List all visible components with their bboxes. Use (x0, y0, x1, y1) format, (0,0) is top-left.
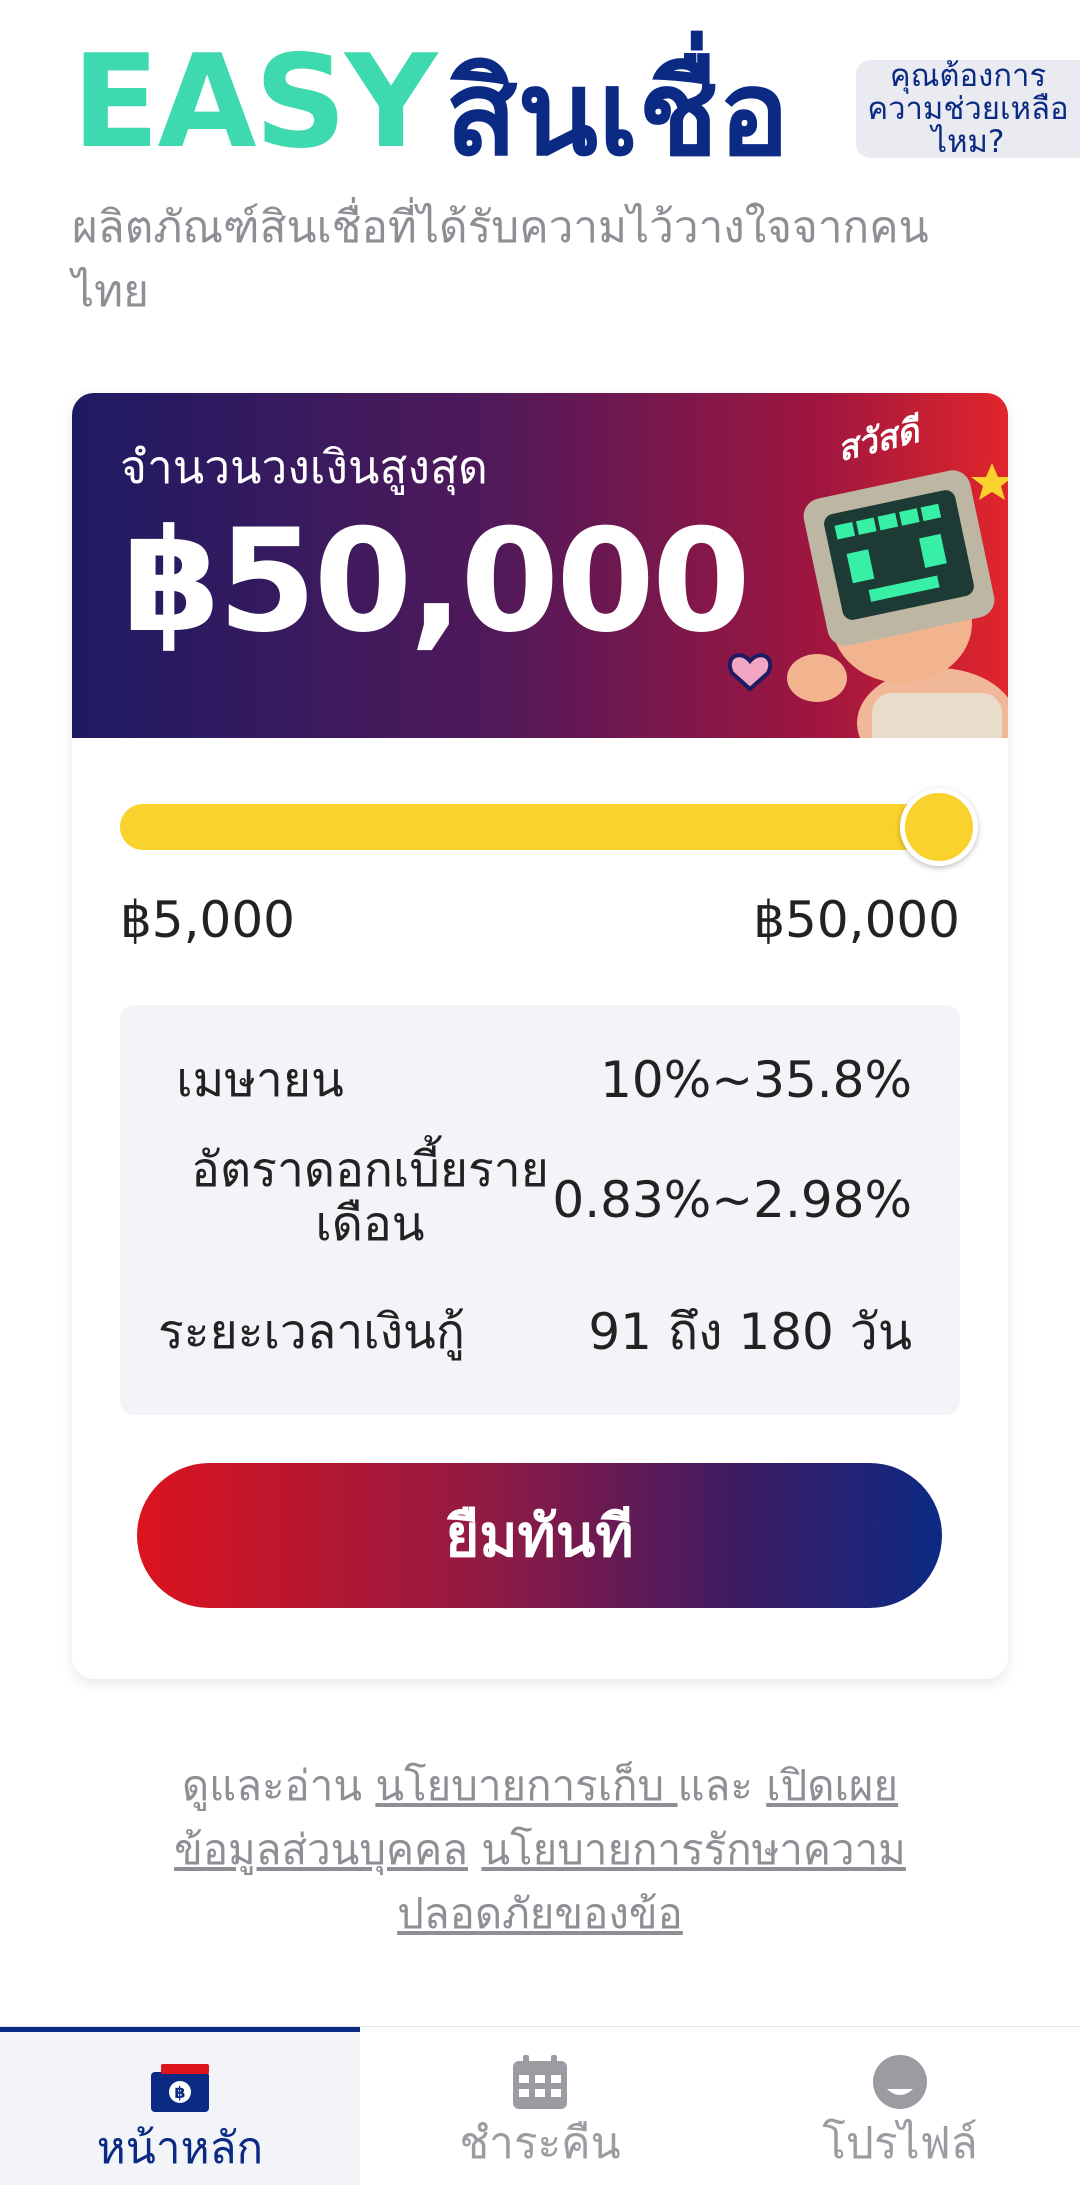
policy-and: และ (677, 1761, 767, 1810)
home-ticket-icon: ฿ (151, 2064, 209, 2112)
borrow-now-button[interactable]: ยืมทันที (137, 1463, 942, 1608)
nav-item-profile[interactable]: โปรไฟล์ (720, 2027, 1080, 2185)
nav-label-profile: โปรไฟล์ (822, 2118, 978, 2169)
mascot-greeting: สวัสดี (833, 410, 928, 470)
nav-item-repay[interactable]: ชำระคืน (360, 2027, 720, 2185)
apr-value: 10%~35.8% (600, 1051, 912, 1109)
loan-term-label: ระยะเวลาเงินกู้ (158, 1304, 465, 1360)
nav-label-repay: ชำระคืน (459, 2118, 621, 2169)
nav-item-home[interactable]: ฿ หน้าหลัก (0, 2027, 360, 2185)
brand-thai-text: สินเชื่อ (445, 44, 790, 182)
bottom-nav: ฿ หน้าหลัก ชำระคืน โปรไฟล์ (0, 2026, 1080, 2185)
slider-min-label: ฿5,000 (120, 891, 295, 949)
monthly-rate-value: 0.83%~2.98% (552, 1171, 912, 1229)
svg-text:฿: ฿ (174, 2083, 185, 2102)
loan-card: จำนวนวงเงินสูงสุด ฿50,000 สวัสดี ฿5,000 … (72, 393, 1008, 1679)
max-amount-value: ฿50,000 (122, 499, 751, 664)
collection-policy-link[interactable]: นโยบายการเก็บ (375, 1761, 677, 1810)
slider-max-label: ฿50,000 (753, 891, 960, 949)
amount-slider-track[interactable] (120, 804, 955, 850)
loan-details: เมษายน 10%~35.8% อัตราดอกเบี้ยรายเดือน 0… (120, 1005, 960, 1415)
max-amount-label: จำนวนวงเงินสูงสุด (120, 440, 488, 494)
calendar-icon (513, 2055, 567, 2109)
page-subtitle: ผลิตภัณฑ์สินเชื่อที่ได้รับความไว้วางใจจา… (72, 202, 929, 317)
nav-label-home: หน้าหลัก (96, 2123, 264, 2174)
loan-banner: จำนวนวงเงินสูงสุด ฿50,000 สวัสดี (72, 393, 1008, 738)
profile-face-icon (873, 2055, 927, 2109)
brand-logo: EASYสินเชื่อ (72, 28, 789, 182)
policy-prefix: ดูและอ่าน (181, 1761, 376, 1810)
policy-space (468, 1825, 481, 1874)
monthly-rate-label: อัตราดอกเบี้ยรายเดือน (191, 1142, 549, 1252)
help-button[interactable]: คุณต้องการความช่วยเหลือไหม? (856, 59, 1080, 158)
brand-easy-text: EASY (72, 28, 437, 177)
star-icon (971, 463, 1008, 500)
mascot-illustration: สวัสดี (728, 410, 1008, 738)
amount-slider-handle[interactable] (900, 788, 978, 866)
heart-icon (728, 653, 772, 692)
policy-notice: ดูและอ่าน นโยบายการเก็บ และ เปิดเผยข้อมู… (140, 1754, 940, 1946)
loan-term-value: 91 ถึง 180 วัน (588, 1303, 912, 1361)
apr-label: เมษายน (176, 1052, 344, 1108)
